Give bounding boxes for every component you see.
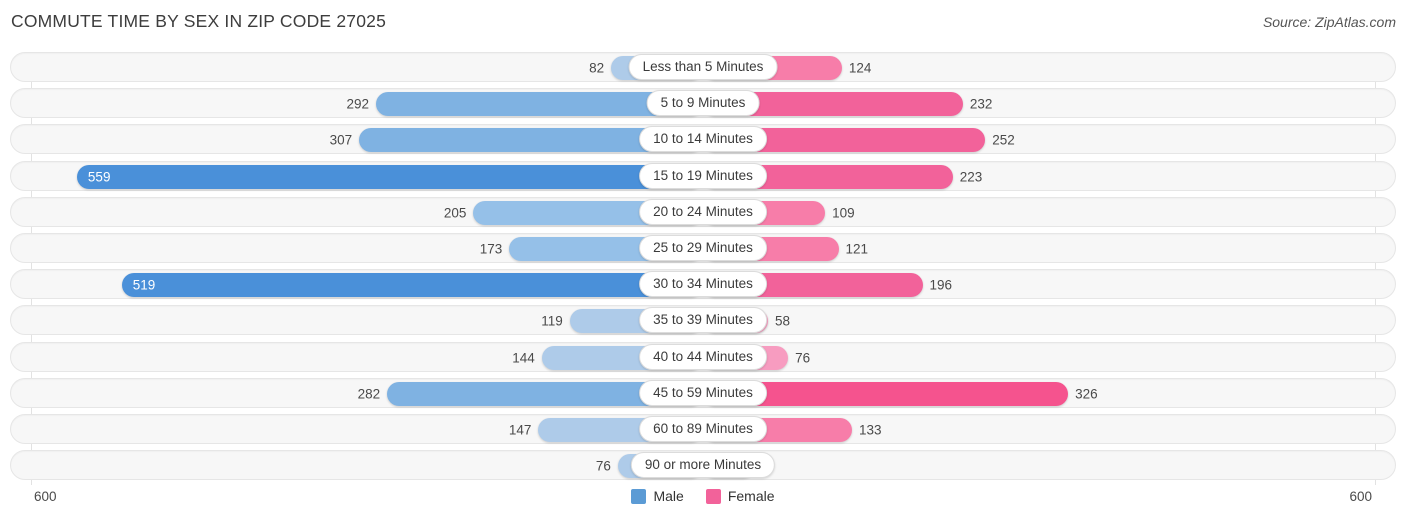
chart-row: 307 252 10 to 14 Minutes (10, 124, 1396, 155)
bar-value-male: 519 (132, 277, 156, 293)
chart-row: 119 58 35 to 39 Minutes (10, 305, 1396, 336)
bar-value-female: 133 (858, 422, 882, 438)
legend-label: Male (653, 488, 684, 504)
bar-male: 559 (76, 164, 703, 189)
bar-value-female: 223 (959, 169, 983, 185)
category-label: Less than 5 Minutes (628, 54, 778, 80)
bar-value-male: 119 (541, 313, 563, 329)
bar-value-female: 326 (1075, 386, 1098, 402)
page-title: COMMUTE TIME BY SEX IN ZIP CODE 27025 (11, 11, 387, 31)
category-label: 60 to 89 Minutes (639, 415, 767, 442)
legend-swatch-icon (631, 488, 647, 504)
chart-row: 292 232 5 to 9 Minutes (10, 88, 1396, 119)
category-label: 40 to 44 Minutes (639, 343, 767, 370)
category-label: 5 to 9 Minutes (646, 90, 760, 117)
bar-value-male: 559 (87, 169, 111, 185)
chart-legend: Male Female (0, 488, 1406, 504)
legend-item-female[interactable]: Female (705, 488, 775, 504)
category-label: 20 to 24 Minutes (639, 198, 767, 225)
bar-value-male: 307 (329, 132, 353, 148)
bar-value-male: 292 (346, 96, 369, 112)
bar-value-male: 82 (589, 60, 605, 76)
category-label: 90 or more Minutes (630, 452, 776, 479)
chart-row: 82 124 Less than 5 Minutes (10, 52, 1396, 82)
chart-row: 205 109 20 to 24 Minutes (10, 196, 1396, 227)
chart-row: 144 76 40 to 44 Minutes (10, 341, 1396, 372)
bar-value-female: 121 (845, 241, 869, 257)
chart-row: 76790 or more Minutes (10, 450, 1396, 481)
category-label: 10 to 14 Minutes (639, 126, 767, 153)
category-label: 25 to 29 Minutes (639, 234, 767, 261)
chart-plot-area: 82 124 Less than 5 Minutes 292 232 5 to 9 Min… (10, 52, 1396, 485)
bar-value-female: 196 (929, 277, 953, 293)
category-label: 35 to 39 Minutes (639, 307, 767, 334)
bar-value-male: 173 (479, 241, 503, 257)
chart-row: 519 196 30 to 34 Minutes (10, 269, 1396, 300)
bar-value-female: 76 (795, 350, 811, 365)
chart-row: 147 133 60 to 89 Minutes (10, 413, 1396, 444)
bar-value-female: 124 (848, 60, 872, 76)
chart-row: 282 326 45 to 59 Minutes (10, 377, 1396, 408)
bar-value-male: 144 (512, 350, 535, 365)
category-label: 45 to 59 Minutes (639, 379, 767, 406)
bar-value-female: 109 (832, 205, 855, 221)
bar-value-female: 252 (992, 132, 1015, 148)
bar-value-male: 282 (357, 386, 381, 402)
legend-label: Female (727, 488, 775, 504)
source-attribution: Source: ZipAtlas.com (1262, 14, 1396, 30)
legend-swatch-icon (705, 488, 721, 504)
chart-row: 559 223 15 to 19 Minutes (10, 160, 1396, 191)
bar-value-female: 58 (774, 313, 790, 329)
category-label: 30 to 34 Minutes (639, 271, 767, 298)
bar-value-male: 76 (595, 458, 611, 474)
bar-value-male: 205 (443, 205, 467, 221)
bar-male: 519 (121, 273, 703, 298)
chart-root: COMMUTE TIME BY SEX IN ZIP CODE 27025 So… (0, 0, 1406, 523)
chart-row: 173 121 25 to 29 Minutes (10, 232, 1396, 263)
legend-item-male[interactable]: Male (631, 488, 684, 504)
bar-value-male: 147 (508, 422, 532, 438)
category-label: 15 to 19 Minutes (639, 162, 767, 189)
bar-value-female: 232 (969, 96, 993, 112)
